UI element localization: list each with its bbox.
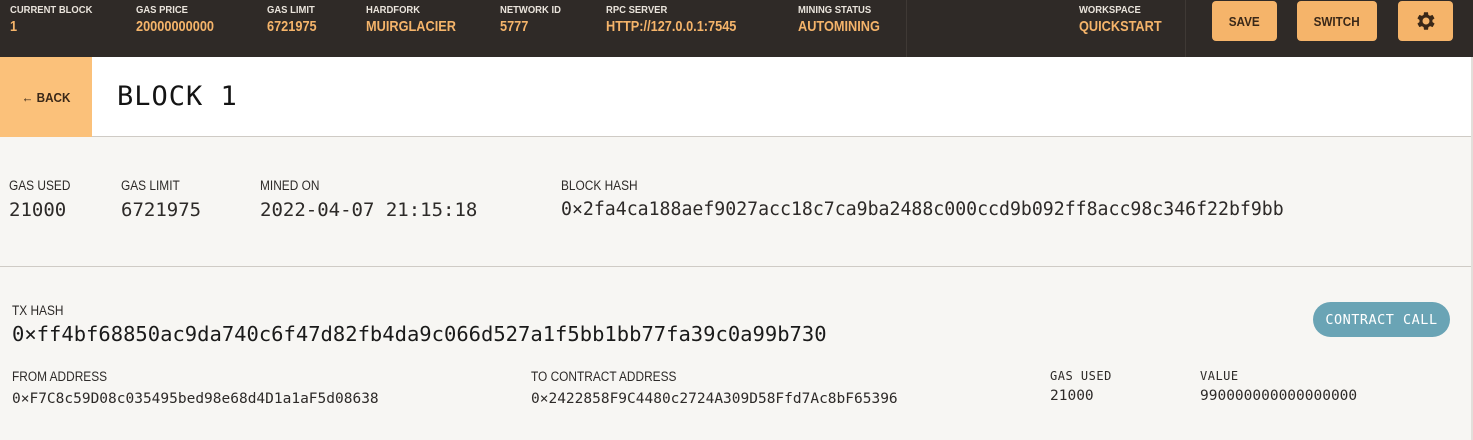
stat-hardfork: HARDFORK MUIRGLACIER	[366, 4, 472, 35]
stat-label: CURRENT BLOCK	[10, 4, 93, 16]
stat-gas-limit: GAS LIMIT 6721975	[267, 4, 325, 35]
stat-label: WORKSPACE	[1079, 4, 1141, 16]
stat-value: QUICKSTART	[1079, 18, 1162, 35]
stat-value: 1	[10, 18, 18, 35]
stat-value: 20000000000	[136, 18, 215, 35]
stat-label: MINING STATUS	[798, 4, 872, 16]
tx-hash-label: TX HASH	[12, 303, 64, 318]
tx-value-label: VALUE	[1200, 369, 1239, 383]
block-hash: BLOCK HASH 0×2fa4ca188aef9027acc18c7ca9b…	[561, 178, 1284, 220]
field-value: 21000	[9, 199, 67, 221]
switch-button[interactable]: SWITCH	[1297, 1, 1377, 41]
switch-button-label: SWITCH	[1313, 13, 1361, 29]
block-mined-on: MINED ON 2022-04-07 21:15:18	[260, 178, 477, 221]
gear-icon	[1416, 12, 1435, 30]
field-label: GAS USED	[9, 178, 71, 193]
stat-value: MUIRGLACIER	[366, 18, 456, 35]
field-value: 6721975	[121, 199, 202, 221]
stat-label: RPC SERVER	[606, 4, 668, 16]
stat-network-id: NETWORK ID 5777	[500, 4, 568, 35]
back-button[interactable]: ← BACK	[0, 57, 92, 137]
block-gas-limit: GAS LIMIT 6721975	[121, 178, 201, 221]
to-address-label: TO CONTRACT ADDRESS	[531, 369, 677, 384]
stat-gas-price: GAS PRICE 20000000000	[136, 4, 228, 35]
stat-mining-status: MINING STATUS AUTOMINING	[798, 4, 894, 35]
field-label: GAS LIMIT	[121, 178, 180, 193]
stat-value: AUTOMINING	[798, 18, 880, 35]
stat-rpc-server: RPC SERVER HTTP://127.0.0.1:7545	[606, 4, 759, 35]
tx-type-badge: CONTRACT CALL	[1313, 302, 1450, 337]
stat-value: 5777	[500, 18, 529, 35]
stat-label: HARDFORK	[366, 4, 421, 16]
settings-button[interactable]	[1398, 1, 1453, 41]
stat-value: HTTP://127.0.0.1:7545	[606, 18, 737, 35]
page-title: BLOCK 1	[117, 81, 238, 112]
stat-label: NETWORK ID	[500, 4, 561, 16]
tx-value-value: 990000000000000000	[1200, 388, 1358, 404]
stat-label: GAS LIMIT	[267, 4, 315, 16]
field-value: 2022-04-07 21:15:18	[260, 199, 478, 221]
field-label: BLOCK HASH	[561, 178, 638, 193]
save-button[interactable]: SAVE	[1212, 1, 1277, 41]
tx-gas-used-label: GAS USED	[1050, 369, 1112, 383]
back-button-label: ← BACK	[21, 89, 71, 105]
top-stats-bar: CURRENT BLOCK 1 GAS PRICE 20000000000 GA…	[0, 0, 1473, 57]
stat-current-block: CURRENT BLOCK 1	[10, 4, 102, 35]
divider	[1185, 0, 1186, 57]
from-address-value: 0×F7C8c59D08c035495bed98e68d4D1a1aF5d086…	[12, 391, 379, 407]
to-address-value: 0×2422858F9C4480c2724A309D58Ffd7Ac8bF653…	[531, 391, 898, 407]
tx-gas-used-value: 21000	[1050, 388, 1094, 404]
field-value: 0×2fa4ca188aef9027acc18c7ca9ba2488c000cc…	[561, 199, 1284, 220]
divider	[906, 0, 907, 57]
save-button-label: SAVE	[1229, 13, 1260, 29]
from-address-label: FROM ADDRESS	[12, 369, 108, 384]
block-gas-used: GAS USED 21000	[9, 178, 79, 221]
stat-value: 6721975	[267, 18, 317, 35]
stat-workspace: WORKSPACE QUICKSTART	[1079, 4, 1176, 35]
page-header: ← BACK BLOCK 1	[0, 57, 1473, 137]
field-label: MINED ON	[260, 178, 320, 193]
tx-hash-value: 0×ff4bf68850ac9da740c6f47d82fb4da9c066d5…	[12, 322, 827, 346]
divider	[0, 266, 1471, 267]
stat-label: GAS PRICE	[136, 4, 188, 16]
